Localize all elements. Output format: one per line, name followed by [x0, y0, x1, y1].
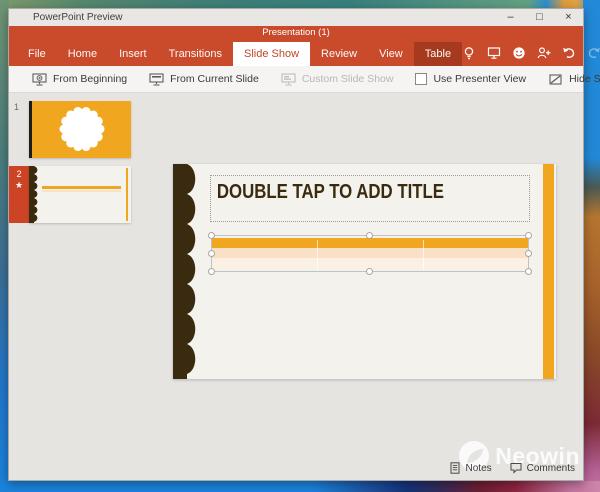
- table-row[interactable]: [212, 258, 528, 268]
- resize-handle-bottom-left[interactable]: [208, 268, 215, 275]
- resize-handle-middle-right[interactable]: [525, 249, 532, 257]
- titlebar: PowerPoint Preview – □ ×: [9, 9, 583, 26]
- from-current-slide-button[interactable]: From Current Slide: [138, 66, 270, 92]
- redo-icon[interactable]: [587, 46, 600, 60]
- feedback-smiley-icon[interactable]: [512, 46, 526, 60]
- slide-table[interactable]: [212, 238, 528, 270]
- scalloped-circle-shape: [59, 106, 105, 152]
- tab-table[interactable]: Table: [413, 42, 463, 66]
- document-title-bar: Presentation (1): [9, 26, 583, 40]
- transition-star-icon: ★: [14, 180, 24, 190]
- notes-button[interactable]: Notes: [449, 462, 492, 474]
- wavy-band-shape: [29, 166, 38, 223]
- tab-transitions[interactable]: Transitions: [158, 42, 233, 66]
- status-buttons: Notes Comments: [449, 462, 575, 474]
- tab-review[interactable]: Review: [310, 42, 368, 66]
- wavy-band-shape: [173, 164, 196, 379]
- hide-slide-icon: [549, 73, 562, 85]
- tab-insert[interactable]: Insert: [108, 42, 158, 66]
- present-to-screen-icon[interactable]: [487, 46, 501, 60]
- custom-slide-show-label: Custom Slide Show: [301, 73, 394, 85]
- monitor-play-icon: [32, 72, 47, 86]
- tab-slide-show[interactable]: Slide Show: [232, 42, 311, 66]
- from-beginning-button[interactable]: From Beginning: [21, 66, 138, 92]
- table-column-divider: [423, 240, 424, 270]
- slide-editing-surface[interactable]: DOUBLE TAP TO ADD TITLE: [173, 164, 556, 379]
- resize-handle-top-right[interactable]: [525, 232, 532, 239]
- maximize-button[interactable]: □: [525, 9, 554, 26]
- use-presenter-view-label: Use Presenter View: [433, 73, 527, 85]
- add-people-icon[interactable]: [537, 46, 551, 60]
- ribbon-command-bar: From Beginning From Current Slide Custom…: [9, 66, 600, 93]
- undo-icon[interactable]: [562, 46, 576, 60]
- table-row[interactable]: [212, 248, 528, 258]
- monitor-slide-icon: [149, 72, 164, 86]
- comments-icon: [510, 463, 522, 474]
- thumbnail-table-row: [42, 190, 121, 192]
- notes-icon: [450, 462, 460, 474]
- table-header-row[interactable]: [212, 238, 528, 248]
- lightbulb-icon[interactable]: [462, 46, 476, 60]
- editor-canvas: 1 2 ★ DOUBLE TAP TO ADD TITLE Neowin Not…: [9, 93, 583, 480]
- monitor-custom-icon: [281, 72, 296, 86]
- document-title: Presentation (1): [262, 27, 330, 38]
- slide2-thumbnail[interactable]: [29, 166, 131, 223]
- resize-handle-top-left[interactable]: [208, 232, 215, 239]
- resize-handle-middle-left[interactable]: [208, 249, 215, 257]
- close-button[interactable]: ×: [554, 9, 583, 26]
- minimize-button[interactable]: –: [496, 9, 525, 26]
- thumbnail-right-strip: [126, 168, 128, 221]
- title-placeholder[interactable]: DOUBLE TAP TO ADD TITLE: [210, 175, 530, 222]
- from-current-slide-label: From Current Slide: [170, 73, 259, 85]
- title-placeholder-text: DOUBLE TAP TO ADD TITLE: [216, 181, 444, 203]
- comments-label: Comments: [526, 462, 575, 474]
- slide2-selection-marker[interactable]: 2 ★: [9, 166, 29, 223]
- slide1-left-band: [29, 101, 32, 158]
- slide-right-strip: [543, 164, 554, 379]
- thumbnail-table-bar: [42, 186, 121, 189]
- checkbox-box[interactable]: [415, 73, 428, 85]
- slide2-number: 2: [16, 169, 22, 179]
- use-presenter-view-checkbox[interactable]: Use Presenter View: [404, 66, 537, 92]
- table-column-divider: [317, 240, 318, 270]
- hide-slide-button[interactable]: Hide Slide: [537, 66, 600, 92]
- table-selection-box[interactable]: [208, 232, 532, 275]
- app-window: PowerPoint Preview – □ × Presentation (1…: [8, 8, 600, 481]
- custom-slide-show-button[interactable]: Custom Slide Show: [270, 66, 405, 92]
- window-title: PowerPoint Preview: [33, 12, 123, 23]
- slide1-thumbnail[interactable]: [29, 101, 131, 158]
- resize-handle-bottom-right[interactable]: [525, 268, 532, 275]
- desktop-wallpaper-bottom: [0, 481, 600, 492]
- resize-handle-bottom-middle[interactable]: [366, 268, 373, 275]
- notes-label: Notes: [465, 462, 492, 474]
- tab-view[interactable]: View: [368, 42, 414, 66]
- slide1-number: 1: [14, 102, 20, 112]
- comments-button[interactable]: Comments: [510, 462, 575, 474]
- ribbon-tabs: File Home Insert Transitions Slide Show …: [9, 40, 600, 66]
- from-beginning-label: From Beginning: [53, 73, 128, 85]
- hide-slide-label: Hide Slide: [569, 73, 600, 85]
- resize-handle-top-middle[interactable]: [366, 232, 373, 239]
- tab-file[interactable]: File: [17, 42, 57, 66]
- tab-home[interactable]: Home: [57, 42, 108, 66]
